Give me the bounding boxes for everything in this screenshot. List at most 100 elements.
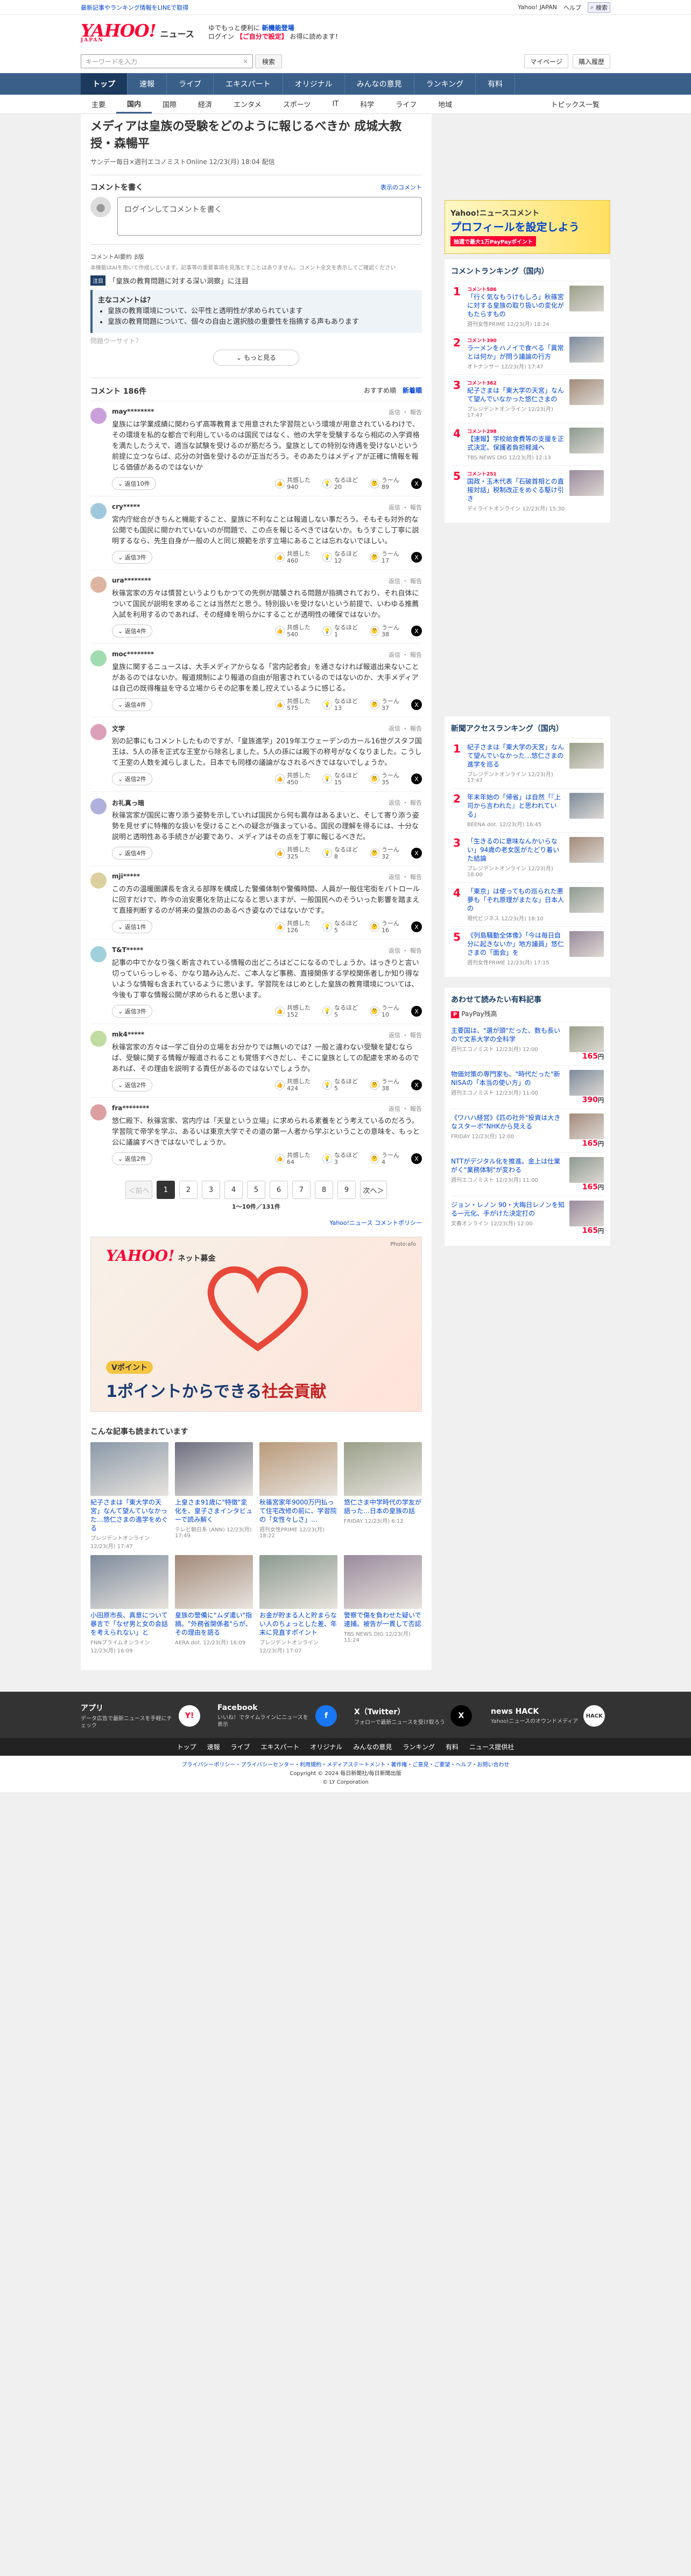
login-to-comment-button[interactable]: ログインしてコメントを書く	[117, 197, 422, 236]
footer-app-2[interactable]: X（Twitter） フォローで最新ニュースを受け取ろう X	[354, 1702, 474, 1729]
insight-button[interactable]: 💡 なるほど 5	[322, 920, 358, 934]
empathy-button[interactable]: 👍 共感した 940	[275, 477, 311, 491]
ranking-item[interactable]: 《ワハハ経営》《匹の社外"投資は大きなスターボ"NHKから見える FRIDAY 1…	[451, 1109, 604, 1152]
comment-actions[interactable]: 返信 ・ 報告	[389, 872, 422, 881]
x-share-icon[interactable]: X	[411, 699, 422, 710]
commenter-name[interactable]: mji*****	[112, 872, 140, 881]
rank-thumbnail[interactable]	[569, 337, 604, 363]
commenter-avatar[interactable]	[90, 1104, 107, 1120]
rank-headline[interactable]: ラーメンをハノイで食べる「異常とは何か」が問う議論の行方	[467, 344, 565, 361]
comment-policy-link[interactable]: Yahoo!ニュース コメントポリシー	[90, 1218, 422, 1227]
topics-list-link[interactable]: トピックス一覧	[540, 95, 610, 113]
insight-button[interactable]: 💡 なるほど 13	[322, 698, 358, 712]
ranking-item[interactable]: 主要国は、"選が頭"だった、数も長いので文系大学の全科学 週刊エコノミスト 12/…	[451, 1021, 604, 1065]
commenter-avatar[interactable]	[90, 408, 107, 424]
mini-search[interactable]: ⌕ 検索	[587, 2, 610, 13]
also-read-item[interactable]: 警察で傷を負わせた疑いで逮捕。被告が一貫して否認 TBS NEWS DIG 12/…	[344, 1555, 422, 1654]
my-comments-link[interactable]: 表示のコメント	[380, 183, 422, 191]
rank-thumbnail[interactable]	[569, 1113, 604, 1139]
reply-toggle-button[interactable]: ⌄ 返信2件	[112, 772, 152, 785]
rank-headline[interactable]: 国政・玉木代表「石破首相との直接対話」税制改正をめぐる駆け引き	[467, 477, 565, 503]
also-read-headline[interactable]: お金が貯まる人と貯まらない人のちょっとした差、年末に見直すポイント	[259, 1611, 337, 1637]
cat-main[interactable]: 主要	[81, 95, 116, 113]
article-thumbnail[interactable]	[175, 1555, 253, 1609]
page-8[interactable]: 8	[315, 1181, 333, 1199]
commenter-name[interactable]: mk4*****	[112, 1031, 144, 1039]
empathy-button[interactable]: 👍 共感した 64	[275, 1152, 311, 1166]
x-share-icon[interactable]: X	[411, 773, 422, 784]
x-share-icon[interactable]: X	[411, 921, 422, 932]
reply-toggle-button[interactable]: ⌄ 返信1件	[112, 920, 152, 933]
footer-nav-item[interactable]: みんなの意見	[353, 1743, 392, 1751]
also-read-headline[interactable]: 紀子さまは「東大学の天宮」なんて望んていなかった…悠仁さまの進学をめぐる	[90, 1498, 168, 1532]
article-thumbnail[interactable]	[175, 1442, 253, 1496]
commenter-name[interactable]: ura********	[112, 577, 151, 585]
commenter-avatar[interactable]	[90, 946, 107, 962]
commenter-avatar[interactable]	[90, 577, 107, 593]
purchase-history-button[interactable]: 購入履歴	[572, 54, 610, 68]
ranking-item[interactable]: 2 コメント390 ラーメンをハノイで食べる「異常とは何か」が問う議論の行方 オトナン…	[451, 332, 604, 374]
commenter-name[interactable]: 文学	[112, 724, 125, 733]
ranking-item[interactable]: 4 「東京」は使ってもの巡られた悪夢も「それ原理がまたな」日本人の 現代ビジネス 1…	[451, 882, 604, 926]
rank-headline[interactable]: 物価対策の専門家も、"時代だった"新NISAの「本当の使い方」の	[451, 1070, 565, 1087]
x-share-icon[interactable]: X	[411, 848, 422, 858]
comment-actions[interactable]: 返信 ・ 報告	[389, 1031, 422, 1039]
article-thumbnail[interactable]	[344, 1555, 422, 1609]
insight-button[interactable]: 💡 なるほど 8	[322, 846, 358, 860]
insight-button[interactable]: 💡 なるほど 20	[322, 477, 358, 491]
gnav-ranking[interactable]: ランキング	[414, 73, 476, 95]
article-title[interactable]: メディアは皇族の受験をどのように報じるべきか 成城大教授・森暢平	[90, 114, 422, 153]
commenter-name[interactable]: T&T*****	[112, 946, 143, 955]
rank-thumbnail[interactable]	[569, 931, 604, 957]
help-link[interactable]: ヘルプ	[563, 3, 581, 12]
rank-thumbnail[interactable]	[569, 743, 604, 769]
rank-thumbnail[interactable]	[569, 379, 604, 405]
insight-button[interactable]: 💡 なるほど 12	[322, 550, 358, 564]
prev-page-button[interactable]: ＜前へ	[125, 1181, 152, 1199]
empathy-button[interactable]: 👍 共感した 450	[275, 772, 311, 786]
cat-local[interactable]: 地域	[427, 95, 463, 113]
x-share-icon[interactable]: X	[411, 626, 422, 636]
x-share-icon[interactable]: X	[411, 1006, 422, 1017]
also-read-item[interactable]: 紀子さまは「東大学の天宮」なんて望んていなかった…悠仁さまの進学をめぐる プレジデ…	[90, 1442, 168, 1550]
gnav-expert[interactable]: エキスパート	[214, 73, 283, 95]
footer-nav-item[interactable]: 速報	[207, 1743, 220, 1751]
search-input[interactable]: キーワードを入力 ×	[81, 54, 253, 68]
article-thumbnail[interactable]	[90, 1442, 168, 1496]
hmm-button[interactable]: 🤔 うーん 16	[370, 920, 399, 934]
rank-thumbnail[interactable]	[569, 470, 604, 496]
cat-life[interactable]: ライフ	[385, 95, 427, 113]
rank-thumbnail[interactable]	[569, 1157, 604, 1183]
rank-headline[interactable]: 「行く気なもうけもしろ」秋篠宮に対する皇族の取り扱いの変化がもたらすもの	[467, 293, 565, 318]
page-3[interactable]: 3	[202, 1181, 220, 1199]
gnav-opinion[interactable]: みんなの意見	[345, 73, 414, 95]
hmm-button[interactable]: 🤔 うーん 38	[370, 624, 399, 638]
gnav-paid[interactable]: 有料	[476, 73, 516, 95]
footer-nav-item[interactable]: ランキング	[403, 1743, 435, 1751]
comment-actions[interactable]: 返信 ・ 報告	[389, 503, 422, 512]
ranking-item[interactable]: NTTがデジタル化を推進。金上は仕業がく"業務体制"が変わる 週刊エコノミスト 1…	[451, 1152, 604, 1196]
also-read-item[interactable]: 秋篠宮家年9000万円払って住宅改修の前に、学習院の「女性々しさ」… 週刊女性PR…	[259, 1442, 337, 1550]
reply-toggle-button[interactable]: ⌄ 返信3件	[112, 1005, 152, 1018]
gnav-top[interactable]: トップ	[81, 73, 128, 95]
page-4[interactable]: 4	[224, 1181, 243, 1199]
also-read-headline[interactable]: 秋篠宮家年9000万円払って住宅改修の前に、学習院の「女性々しさ」…	[259, 1498, 337, 1524]
hmm-button[interactable]: 🤔 うーん 17	[370, 550, 399, 564]
ranking-item[interactable]: 5 《列島騒動全体像》「今は毎日自分に起きないか」地方議員」悠仁さまの「面会」を週…	[451, 926, 604, 970]
commenter-name[interactable]: may********	[112, 408, 154, 416]
sort-recommended[interactable]: おすすめ順	[364, 387, 396, 394]
gnav-original[interactable]: オリジナル	[283, 73, 345, 95]
insight-button[interactable]: 💡 なるほど 1	[322, 624, 358, 638]
also-read-headline[interactable]: 小田原市長、真意について暴言で「なぜ男と女の会話を考えられない」と	[90, 1611, 168, 1637]
ranking-item[interactable]: 3 「生きるのに意味なんかいらない」94歳の老女医がたどり着いた結論 プレジデントオ…	[451, 832, 604, 882]
rank-headline[interactable]: 年末年始の「帰省」は自然「『上司から言われた』と思われている」	[467, 793, 565, 819]
donation-ad-banner[interactable]: YAHOO! ネット募金 Photo:afo Vポイント 1ポイントからできる社会…	[90, 1237, 422, 1412]
rank-headline[interactable]: 「東京」は使ってもの巡られた悪夢も「それ原理がまたな」日本人の	[467, 887, 565, 913]
x-share-icon[interactable]: X	[411, 552, 422, 563]
gnav-live[interactable]: ライブ	[167, 73, 214, 95]
commenter-avatar[interactable]	[90, 798, 107, 814]
rank-headline[interactable]: 紀子さまは「東大学の天宮」なんて望んでいなかった…悠仁さまの進学を巡る	[467, 743, 565, 769]
empathy-button[interactable]: 👍 共感した 424	[275, 1078, 311, 1092]
also-read-item[interactable]: 小田原市長、真意について暴言で「なぜ男と女の会話を考えられない」と FNNプライム…	[90, 1555, 168, 1654]
reply-toggle-button[interactable]: ⌄ 返信4件	[112, 847, 152, 860]
